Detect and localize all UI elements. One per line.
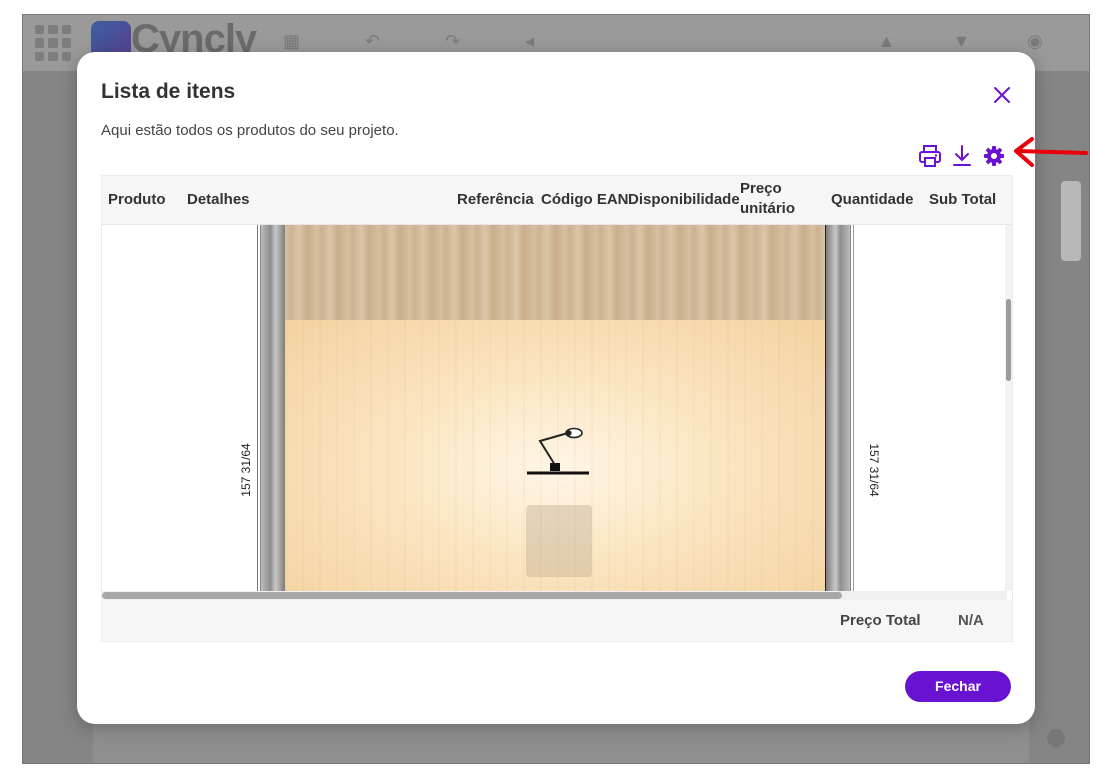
column-header-detalhes: Detalhes [187, 191, 250, 208]
close-icon[interactable] [991, 84, 1013, 106]
table-header: Produto Detalhes Referência Código EAN D… [102, 176, 1012, 225]
annotation-arrow-icon [1014, 137, 1088, 167]
column-header-produto: Produto [108, 191, 166, 208]
column-header-quantidade: Quantidade [831, 191, 914, 208]
wood-floor-top [285, 225, 826, 320]
total-price-value: N/A [958, 612, 984, 629]
faint-object [526, 505, 592, 577]
dimension-text-right: 157 31/64 [867, 443, 881, 497]
dimension-text-left: 157 31/64 [239, 443, 253, 497]
modal-title: Lista de itens [101, 80, 236, 103]
horizontal-scroll-thumb[interactable] [102, 592, 842, 599]
desk-lamp-icon [527, 427, 589, 475]
dimension-label-left: 157 31/64 [239, 443, 253, 497]
modal-subtitle: Aqui estão todos os produtos do seu proj… [101, 122, 399, 139]
right-wall [825, 225, 851, 591]
dimension-label-right: 157 31/64 [867, 443, 881, 497]
close-button[interactable]: Fechar [905, 671, 1011, 702]
dimension-line-left [257, 225, 258, 591]
items-table: Produto Detalhes Referência Código EAN D… [101, 175, 1013, 642]
background-dot-icon [1047, 729, 1065, 747]
toolbar-icons: ▦ ↶ ↷ ◂ [283, 31, 565, 51]
vertical-scrollbar[interactable] [1005, 225, 1012, 591]
vertical-scroll-thumb[interactable] [1006, 299, 1011, 381]
background-right-panel [1029, 71, 1089, 763]
table-footer: Preço Total N/A [102, 600, 1012, 641]
apps-grid-icon [35, 25, 71, 61]
product-preview-image: 157 31/64 157 31/64 [102, 225, 1005, 591]
column-header-sub-total: Sub Total [929, 191, 997, 208]
gear-icon[interactable] [981, 143, 1007, 169]
column-header-referencia: Referência [457, 191, 534, 208]
left-wall [260, 225, 286, 591]
column-header-preco-unitario: Preço unitário [740, 180, 795, 217]
print-icon[interactable] [917, 143, 943, 169]
column-header-disponibilidade: Disponibilidade [628, 191, 740, 208]
dimension-line-right [853, 225, 854, 591]
column-header-codigo-ean: Código EAN [541, 191, 629, 208]
horizontal-scrollbar[interactable] [102, 591, 1007, 600]
total-price-label: Preço Total [840, 612, 921, 629]
side-tab [1061, 181, 1081, 261]
list-toolbar [917, 143, 1017, 169]
header-right-icons: ▲ ▼ ◉ [877, 31, 1069, 51]
download-icon[interactable] [949, 143, 975, 169]
item-list-modal: Lista de itens Aqui estão todos os produ… [77, 52, 1035, 724]
